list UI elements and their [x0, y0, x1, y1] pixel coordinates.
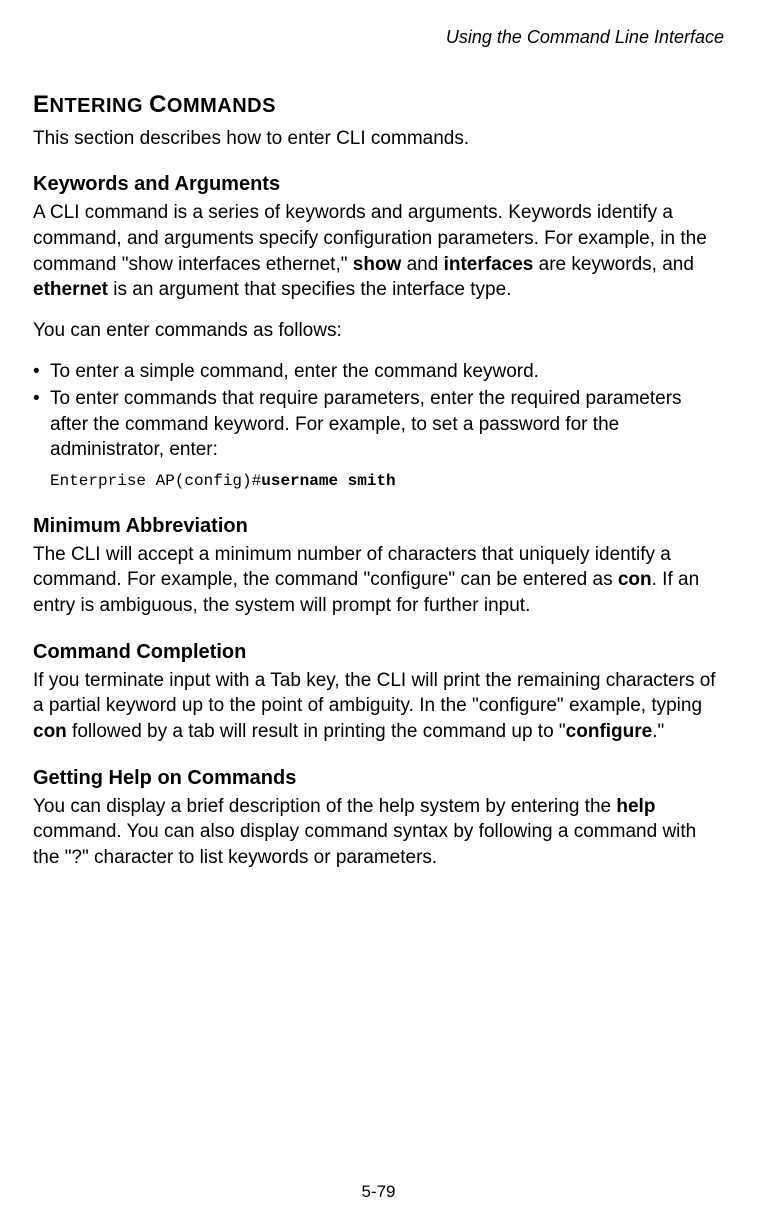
page-content: ENTERING COMMANDS This section describes…: [0, 49, 757, 870]
section-title-prefix2: C: [149, 91, 167, 118]
text-part: The CLI will accept a minimum number of …: [33, 544, 671, 591]
command-completion-heading: Command Completion: [33, 639, 724, 666]
bullet-text: To enter commands that require parameter…: [50, 388, 682, 460]
getting-help-heading: Getting Help on Commands: [33, 765, 724, 792]
text-part: You can display a brief description of t…: [33, 796, 616, 817]
getting-help-section: Getting Help on Commands You can display…: [33, 765, 724, 871]
bullet-text: To enter a simple command, enter the com…: [50, 361, 539, 382]
minimum-abbreviation-section: Minimum Abbreviation The CLI will accept…: [33, 513, 724, 619]
command-completion-para: If you terminate input with a Tab key, t…: [33, 668, 724, 745]
section-title-prefix: E: [33, 91, 50, 118]
list-item: To enter a simple command, enter the com…: [33, 359, 724, 385]
keywords-arguments-heading: Keywords and Arguments: [33, 171, 724, 198]
running-title-text: Using the Command Line Interface: [446, 27, 724, 47]
command-completion-section: Command Completion If you terminate inpu…: [33, 639, 724, 745]
minimum-abbreviation-para: The CLI will accept a minimum number of …: [33, 542, 724, 619]
keywords-arguments-section: Keywords and Arguments A CLI command is …: [33, 171, 724, 492]
section-title: ENTERING COMMANDS: [33, 89, 724, 121]
code-prefix: Enterprise AP(config)#: [50, 472, 261, 490]
keywords-arguments-para1: A CLI command is a series of keywords an…: [33, 200, 724, 303]
bold-configure: configure: [566, 721, 653, 742]
page-footer: 5-79: [0, 1181, 757, 1204]
text-part: If you terminate input with a Tab key, t…: [33, 670, 716, 717]
bold-con: con: [618, 569, 652, 590]
bold-con2: con: [33, 721, 67, 742]
running-header: Using the Command Line Interface: [0, 0, 757, 49]
text-part: followed by a tab will result in printin…: [67, 721, 566, 742]
page-number: 5-79: [361, 1182, 395, 1201]
section-title-part: NTERING: [50, 95, 150, 117]
bold-interfaces: interfaces: [444, 254, 534, 275]
code-example: Enterprise AP(config)#username smith: [33, 471, 724, 493]
text-part: .": [652, 721, 664, 742]
getting-help-para: You can display a brief description of t…: [33, 794, 724, 871]
text-part: is an argument that specifies the interf…: [108, 279, 511, 300]
section-title-part2: OMMANDS: [167, 95, 276, 117]
text-part: and: [401, 254, 443, 275]
bold-show: show: [353, 254, 402, 275]
text-part: are keywords, and: [533, 254, 694, 275]
simple-command-list: To enter a simple command, enter the com…: [33, 359, 724, 464]
code-command: username smith: [261, 472, 395, 490]
text-part: command. You can also display command sy…: [33, 821, 696, 868]
minimum-abbreviation-heading: Minimum Abbreviation: [33, 513, 724, 540]
section-intro: This section describes how to enter CLI …: [33, 126, 724, 152]
list-item: To enter commands that require parameter…: [33, 386, 724, 463]
keywords-arguments-para2: You can enter commands as follows:: [33, 318, 724, 344]
bold-help: help: [616, 796, 655, 817]
bold-ethernet: ethernet: [33, 279, 108, 300]
